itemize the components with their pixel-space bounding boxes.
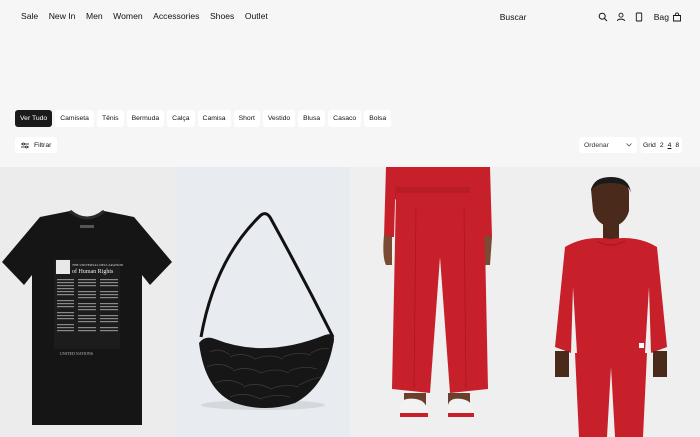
top-navigation: Sale New In Men Women Accessories Shoes … <box>0 0 700 34</box>
chip-ver-tudo[interactable]: Ver Tudo <box>15 110 53 127</box>
chip-bolsa[interactable]: Bolsa <box>364 110 392 127</box>
chevron-down-icon <box>626 143 632 147</box>
wishlist-icon[interactable] <box>632 10 646 24</box>
product-card-tshirt[interactable]: THE UNIVERSAL DECLARATION of Human Right… <box>0 167 175 437</box>
chip-camiseta[interactable]: Camiseta <box>55 110 94 127</box>
account-icon[interactable] <box>614 10 628 24</box>
nav-link-shoes[interactable]: Shoes <box>210 11 234 21</box>
product-image-bag <box>199 212 335 410</box>
filter-icon <box>21 142 29 148</box>
filter-button[interactable]: Filtrar <box>15 137 58 153</box>
nav-link-outlet[interactable]: Outlet <box>245 11 268 21</box>
chip-calca[interactable]: Calça <box>167 110 195 127</box>
search-icon[interactable] <box>596 10 610 24</box>
grid-size-control: Grid 2 4 8 <box>640 137 683 153</box>
chip-short[interactable]: Short <box>233 110 260 127</box>
chip-blusa[interactable]: Blusa <box>298 110 326 127</box>
category-filters: Ver Tudo Camiseta Tênis Bermuda Calça Ca… <box>15 110 392 127</box>
search-box <box>499 10 582 24</box>
product-image-tshirt: THE UNIVERSAL DECLARATION of Human Right… <box>2 209 172 425</box>
tshirt-print-line2: of Human Rights <box>72 268 114 275</box>
chip-vestido[interactable]: Vestido <box>262 110 296 127</box>
grid-option-8[interactable]: 8 <box>675 142 679 149</box>
product-card-pants[interactable] <box>350 167 525 437</box>
bag-icon <box>673 12 681 22</box>
nav-link-women[interactable]: Women <box>113 11 142 21</box>
nav-link-men[interactable]: Men <box>86 11 103 21</box>
bag-label: Bag <box>653 12 669 22</box>
header-actions: Bag <box>499 10 682 24</box>
filter-label: Filtrar <box>34 141 52 149</box>
chip-casaco[interactable]: Casaco <box>328 110 362 127</box>
product-grid: THE UNIVERSAL DECLARATION of Human Right… <box>0 167 700 437</box>
nav-link-sale[interactable]: Sale <box>21 11 38 21</box>
tshirt-print-line1: THE UNIVERSAL DECLARATION <box>72 263 124 267</box>
sort-label: Ordenar <box>584 141 609 149</box>
search-input[interactable] <box>499 12 570 22</box>
product-card-bag[interactable] <box>175 167 350 437</box>
chip-tenis[interactable]: Tênis <box>96 110 124 127</box>
grid-label: Grid <box>643 141 656 149</box>
bag-button[interactable]: Bag <box>654 12 682 22</box>
product-image-sweater <box>555 177 667 437</box>
grid-option-2[interactable]: 2 <box>660 142 664 149</box>
product-card-sweater[interactable] <box>525 167 700 437</box>
main-menu: Sale New In Men Women Accessories Shoes … <box>21 11 278 21</box>
sort-select[interactable]: Ordenar <box>579 137 637 153</box>
nav-link-accessories[interactable]: Accessories <box>153 11 199 21</box>
nav-link-new-in[interactable]: New In <box>49 11 76 21</box>
tshirt-print-footer: UNITED NATIONS <box>60 351 93 356</box>
grid-option-4[interactable]: 4 <box>668 142 672 149</box>
product-image-pants <box>383 167 492 417</box>
chip-bermuda[interactable]: Bermuda <box>126 110 165 127</box>
chip-camisa[interactable]: Camisa <box>197 110 231 127</box>
